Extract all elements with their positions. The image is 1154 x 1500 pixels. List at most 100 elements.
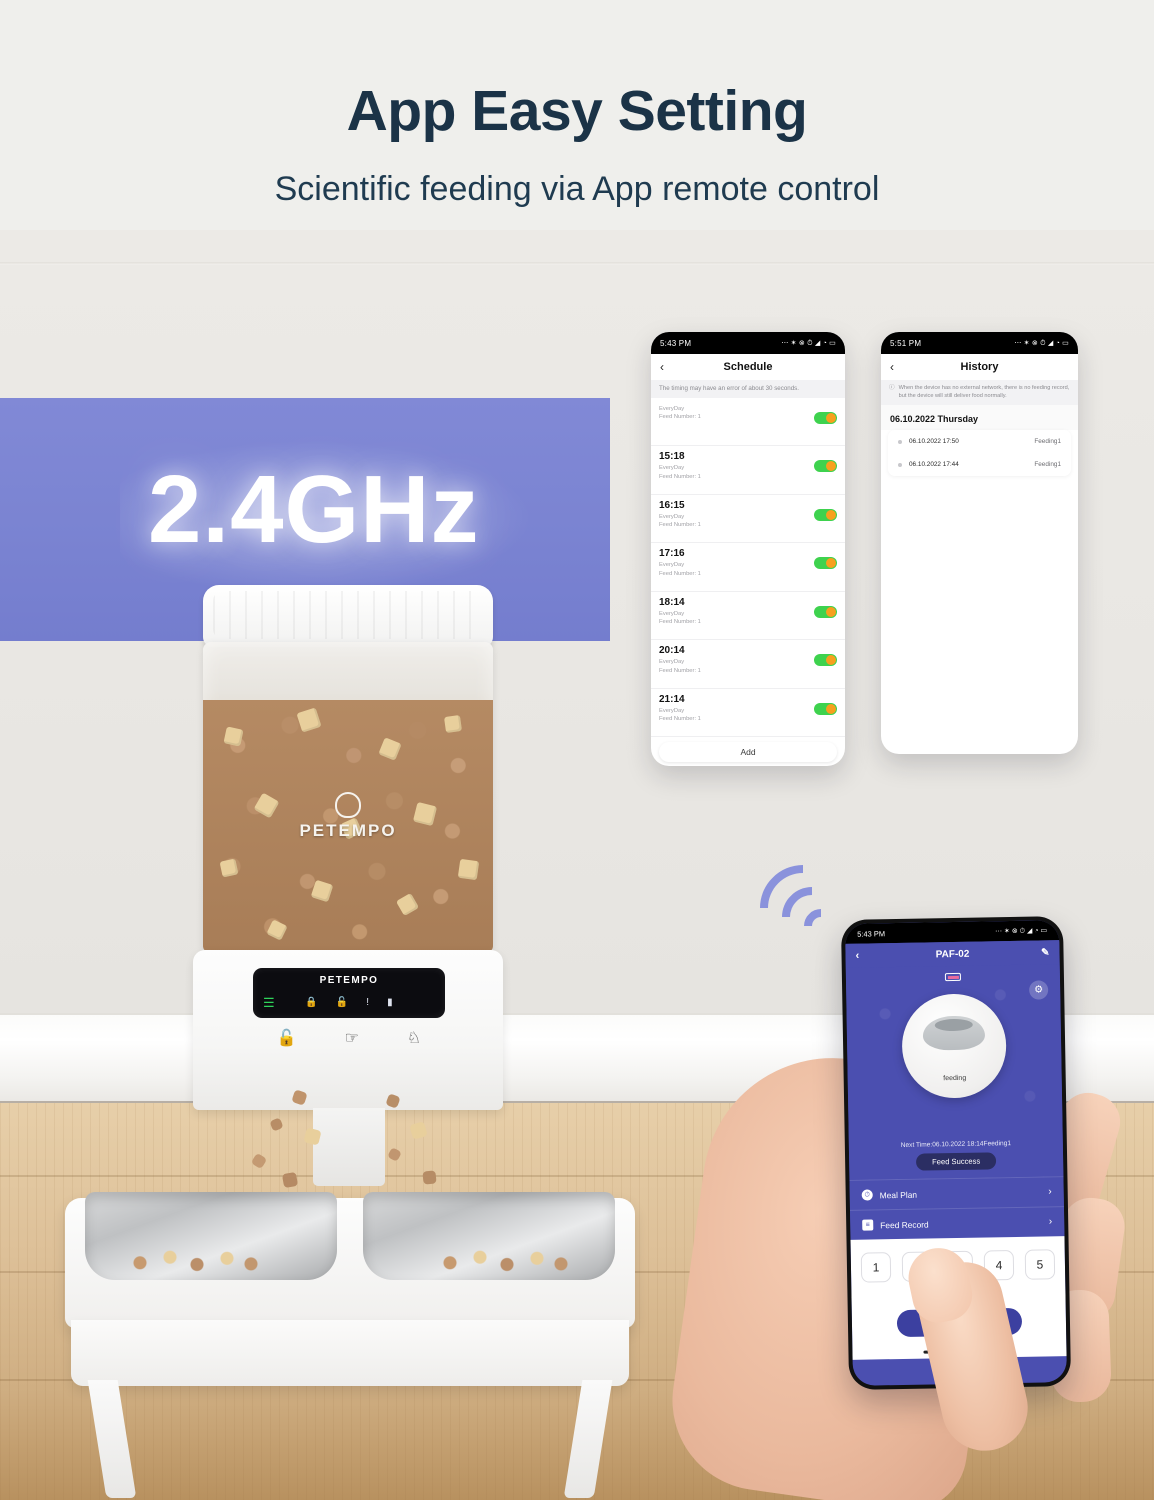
bowl-right-food xyxy=(429,1246,579,1274)
schedule-status-time: 5:43 PM xyxy=(660,338,692,348)
schedule-title: Schedule xyxy=(723,361,773,373)
schedule-note: The timing may have an error of about 30… xyxy=(651,380,845,398)
schedule-row-detail: EveryDay Feed Number: 1 xyxy=(659,610,701,626)
feeder-hopper: PETEMPO xyxy=(203,642,493,952)
menu-item-meal-plan[interactable]: ⏱ Meal Plan › xyxy=(849,1176,1064,1210)
schedule-row-detail: EveryDay Feed Number: 1 xyxy=(659,562,701,577)
feed-number-chip[interactable]: 1 xyxy=(860,1252,892,1283)
phone-schedule-screen: 5:43 PM ⋯ ✶ ⊗ ⏱ ◢ ◔ ▭ ‹ Schedule The tim… xyxy=(651,332,845,766)
schedule-status-icons: ⋯ ✶ ⊗ ⏱ ◢ ◔ ▭ xyxy=(781,339,836,347)
schedule-list[interactable]: EveryDay Feed Number: 1 15:18 EveryDay Feed … xyxy=(651,397,845,738)
alert-icon: ! xyxy=(366,997,370,1008)
schedule-row-detail: EveryDay Feed Number: 1 xyxy=(659,465,701,480)
history-status-time: 5:51 PM xyxy=(890,338,922,348)
feed-number-chip[interactable]: 5 xyxy=(1024,1249,1056,1280)
schedule-row-detail: EveryDay Feed Number: 1 xyxy=(659,659,701,674)
schedule-row-time: 20:14 xyxy=(659,645,685,657)
schedule-row-toggle[interactable] xyxy=(814,605,837,618)
schedule-row[interactable]: 17:16 EveryDay Feed Number: 1 xyxy=(651,543,845,592)
stand-skirt xyxy=(71,1320,629,1386)
menu-item-feed-record[interactable]: ≡ Feed Record › xyxy=(849,1206,1065,1240)
feed-record-label: Feed Record xyxy=(880,1218,929,1230)
schedule-row-time: 18:14 xyxy=(659,596,685,608)
schedule-row[interactable]: 21:14 EveryDay Feed Number: 1 xyxy=(651,688,845,738)
schedule-row-toggle[interactable] xyxy=(814,654,837,667)
history-row[interactable]: 06.10.2022 17:50 Feeding1 xyxy=(888,430,1071,453)
history-note: ⓘ When the device has no external networ… xyxy=(881,380,1078,406)
history-record-card: 06.10.2022 17:50 Feeding1 06.10.2022 17:44… xyxy=(888,430,1071,477)
display-status-icons: 🔒 🔓 ! ▮ xyxy=(253,997,445,1008)
feeder-stand xyxy=(65,1180,635,1498)
schedule-row-toggle[interactable] xyxy=(814,460,837,473)
device-bowl-graphic xyxy=(922,1015,986,1051)
history-title: History xyxy=(960,361,999,373)
page-subtitle: Scientific feeding via App remote contro… xyxy=(274,170,880,208)
home-indicator xyxy=(923,1349,996,1354)
feeder-lid xyxy=(203,585,493,647)
schedule-row[interactable]: 18:14 EveryDay Feed Number: 1 xyxy=(651,591,845,641)
wifi-frequency-label: 2.4GHz xyxy=(148,456,480,563)
feed-number-chip[interactable]: 4 xyxy=(983,1250,1015,1281)
feed-status-badge: Feed Success xyxy=(915,1152,997,1171)
record-bullet-icon xyxy=(898,439,902,444)
chevron-left-icon[interactable]: ‹ xyxy=(855,950,859,962)
schedule-row-detail: EveryDay Feed Number: 1 xyxy=(659,707,701,723)
schedule-row-detail: EveryDay Feed Number: 1 xyxy=(659,513,701,529)
history-status-bar: 5:51 PM ⋯ ✶ ⊗ ⏱ ◢ ◔ ▭ xyxy=(881,332,1078,354)
add-schedule-button[interactable]: Add xyxy=(659,742,837,763)
schedule-row[interactable]: EveryDay Feed Number: 1 xyxy=(651,397,845,447)
device-illustration[interactable]: feeding xyxy=(901,993,1008,1099)
schedule-row-time: 16:15 xyxy=(659,499,685,511)
feeder-touch-controls[interactable]: 🔓 ☞ ♘ xyxy=(253,1028,445,1048)
portion-button[interactable]: ♘ xyxy=(407,1028,421,1048)
chevron-right-icon: › xyxy=(1048,1186,1052,1198)
schedule-navbar: ‹ Schedule xyxy=(651,354,845,380)
record-bullet-icon xyxy=(898,462,902,467)
wall-seam xyxy=(0,262,1154,265)
bowl-left xyxy=(85,1192,337,1280)
history-status-icons: ⋯ ✶ ⊗ ⏱ ◢ ◔ ▭ xyxy=(1014,339,1069,347)
schedule-row[interactable]: 20:14 EveryDay Feed Number: 1 xyxy=(651,640,845,689)
list-icon: ≡ xyxy=(862,1219,874,1231)
display-brand-text: PETEMPO xyxy=(319,975,379,986)
page-title: App Easy Setting xyxy=(346,79,808,143)
next-feed-time: Next Time:06.10.2022 18:14Feeding1 xyxy=(900,1140,1012,1149)
chevron-left-icon[interactable]: ‹ xyxy=(660,360,664,374)
lock-button[interactable]: 🔓 xyxy=(277,1028,297,1048)
history-row[interactable]: 06.10.2022 17:44 Feeding1 xyxy=(888,453,1071,476)
schedule-row-toggle[interactable] xyxy=(814,508,837,521)
battery-icon: ▮ xyxy=(387,997,393,1008)
main-title: PAF-02 xyxy=(935,948,970,960)
gear-icon[interactable]: ⚙ xyxy=(1029,980,1049,1000)
feeder-display: PETEMPO ☰ 🔒 🔓 ! ▮ xyxy=(253,968,445,1018)
phone-history-screen: 5:51 PM ⋯ ✶ ⊗ ⏱ ◢ ◔ ▭ ‹ History ⓘ When t… xyxy=(881,332,1078,754)
lock-icon: 🔒 xyxy=(305,997,318,1008)
record-timestamp: 06.10.2022 17:44 xyxy=(909,461,959,469)
hopper-brand-text: PETEMPO xyxy=(299,821,397,840)
hopper-brand-logo: PETEMPO xyxy=(203,792,493,841)
chevron-left-icon[interactable]: ‹ xyxy=(890,360,894,374)
schedule-row-time: 17:16 xyxy=(659,548,685,560)
schedule-row-toggle[interactable] xyxy=(814,411,837,424)
schedule-row[interactable]: 15:18 EveryDay Feed Number: 1 xyxy=(651,446,845,495)
history-date-header: 06.10.2022 Thursday xyxy=(881,405,1078,431)
main-status-time: 5:43 PM xyxy=(857,928,886,939)
clock-icon: ⏱ xyxy=(861,1189,873,1201)
main-status-icons: ⋯ ✶ ⊗ ⏱ ◢ ◔ ▭ xyxy=(994,926,1048,935)
schedule-row-time: 21:14 xyxy=(659,693,685,705)
manual-feed-button[interactable]: ☞ xyxy=(345,1028,359,1048)
schedule-row-toggle[interactable] xyxy=(814,702,837,715)
pencil-icon[interactable]: ✎ xyxy=(1041,947,1050,958)
schedule-row-time: 15:18 xyxy=(659,451,685,463)
battery-icon xyxy=(944,972,961,982)
schedule-row[interactable]: 16:15 EveryDay Feed Number: 1 xyxy=(651,494,845,544)
meal-plan-label: Meal Plan xyxy=(879,1189,918,1200)
history-note-text: When the device has no external network,… xyxy=(898,385,1070,399)
record-label: Feeding1 xyxy=(1034,438,1061,446)
petempo-logo-icon xyxy=(335,792,361,818)
device-status-label: feeding xyxy=(943,1074,967,1083)
unlock-icon: 🔓 xyxy=(335,997,349,1008)
schedule-row-toggle[interactable] xyxy=(814,557,837,570)
bowl-right xyxy=(363,1192,615,1280)
schedule-row-detail: EveryDay Feed Number: 1 xyxy=(659,405,701,421)
